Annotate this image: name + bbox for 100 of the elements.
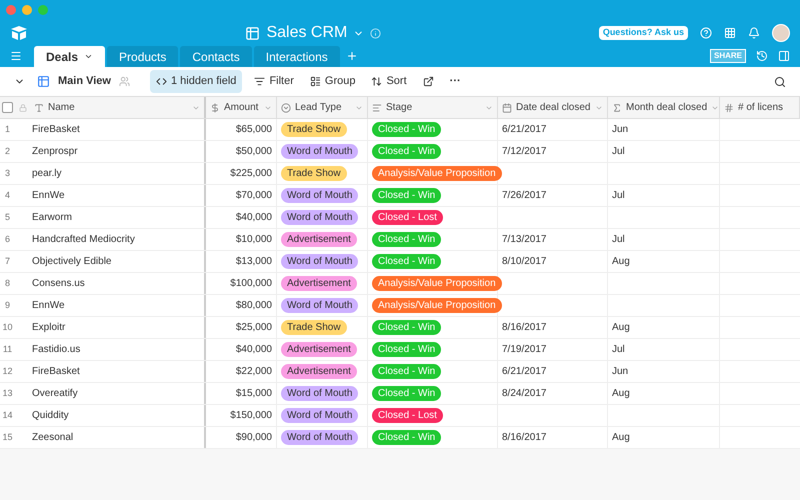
- search-icon[interactable]: [774, 76, 786, 88]
- avatar[interactable]: [772, 24, 790, 42]
- code-icon: [156, 76, 167, 87]
- stage-tag: Closed - Win: [372, 122, 442, 137]
- row-number: 10: [1, 320, 14, 334]
- lead-type-tag: Advertisement: [281, 342, 357, 357]
- table-tab[interactable]: Deals: [34, 46, 106, 67]
- filter-icon: [254, 76, 266, 87]
- table-cell: $22,000: [206, 361, 277, 382]
- table-cell-text: 7/26/2017: [502, 189, 546, 203]
- table-tab[interactable]: Products: [107, 46, 178, 67]
- column-header[interactable]: Lead Type: [277, 97, 368, 118]
- lead-type-tag: Word of Mouth: [281, 188, 358, 203]
- row-number: 1: [4, 122, 11, 136]
- table-cell: $70,000: [206, 185, 277, 206]
- table-cell: $90,000: [206, 427, 277, 448]
- table-cell-text: Aug: [612, 255, 630, 269]
- base-icon: [245, 26, 260, 40]
- row-number: 13: [1, 386, 14, 400]
- table-tab[interactable]: Contacts: [180, 46, 252, 67]
- field-type-icon: [502, 102, 512, 112]
- row-number: 15: [1, 430, 14, 444]
- table-cell-text: 7/19/2017: [502, 343, 546, 357]
- column-header[interactable]: Name: [30, 97, 206, 118]
- field-type-icon: [612, 102, 622, 112]
- column-header[interactable]: Month deal closed: [608, 97, 720, 118]
- view-name[interactable]: Main View: [58, 73, 111, 90]
- table-cell-text: 8/16/2017: [502, 431, 546, 445]
- column-header[interactable]: # of licens: [720, 97, 800, 118]
- table-cell-text: 7/13/2017: [502, 233, 546, 247]
- lock-icon: [18, 104, 26, 112]
- group-icon: [310, 76, 321, 87]
- group-button[interactable]: Group: [306, 73, 360, 90]
- stage-tag: Closed - Lost: [372, 210, 443, 225]
- table-cell: $40,000: [206, 339, 277, 360]
- table-cell-text: 6/21/2017: [502, 365, 546, 379]
- row-number: 14: [1, 408, 14, 422]
- apps-icon[interactable]: [724, 27, 736, 39]
- table-cell-text: Jul: [612, 343, 625, 357]
- stage-tag: Analysis/Value Proposition: [372, 298, 502, 313]
- table-cell: $150,000: [206, 405, 277, 426]
- info-icon[interactable]: [370, 28, 382, 38]
- table-cell: Exploitr: [30, 317, 206, 338]
- hidden-fields-button[interactable]: 1 hidden field: [150, 70, 242, 93]
- table-cell-text: 8/10/2017: [502, 255, 546, 269]
- table-cell-text: Aug: [612, 321, 630, 335]
- table-cell: $80,000: [206, 295, 277, 316]
- table-cell-text: 6/21/2017: [502, 123, 546, 137]
- column-header[interactable]: Date deal closed: [498, 97, 608, 118]
- table-tab[interactable]: Interactions: [254, 46, 340, 67]
- stage-tag: Closed - Win: [372, 188, 442, 203]
- share-view-icon[interactable]: [422, 76, 434, 87]
- grid-view-icon: [37, 75, 50, 88]
- history-icon[interactable]: [756, 50, 768, 62]
- panel-icon[interactable]: [778, 50, 790, 62]
- table-cell: $65,000: [206, 119, 277, 140]
- table-cell-text: Jul: [612, 145, 625, 159]
- table-cell: $25,000: [206, 317, 277, 338]
- table-cell: Handcrafted Mediocrity: [30, 229, 206, 250]
- help-icon[interactable]: [700, 27, 712, 39]
- filter-button[interactable]: Filter: [250, 73, 298, 90]
- table-cell: Zenprospr: [30, 141, 206, 162]
- row-number: 8: [4, 276, 11, 290]
- table-cell-text: 7/12/2017: [502, 145, 546, 159]
- table-cell-text: Jul: [612, 233, 625, 247]
- field-type-icon: [281, 102, 291, 112]
- field-type-icon: [724, 102, 734, 112]
- field-type-icon: [210, 102, 220, 112]
- select-all-checkbox[interactable]: [2, 102, 13, 113]
- table-cell: Earworm: [30, 207, 206, 228]
- table-cell: FireBasket: [30, 361, 206, 382]
- more-button[interactable]: ···: [446, 73, 465, 90]
- table-cell-text: Jun: [612, 365, 628, 379]
- table-cell-text: 8/24/2017: [502, 387, 546, 401]
- field-type-icon: [372, 102, 382, 112]
- table-cell-text: Aug: [612, 387, 630, 401]
- lead-type-tag: Word of Mouth: [281, 210, 358, 225]
- row-number: 4: [4, 188, 11, 202]
- bell-icon[interactable]: [748, 27, 760, 39]
- stage-tag: Analysis/Value Proposition: [372, 276, 502, 291]
- people-icon: [118, 76, 130, 87]
- add-table-icon[interactable]: [346, 50, 358, 62]
- menu-icon[interactable]: [10, 50, 22, 62]
- table-cell-text: Jul: [612, 189, 625, 203]
- stage-tag: Closed - Win: [372, 386, 442, 401]
- column-header[interactable]: Amount: [206, 97, 277, 118]
- table-cell-text: Jun: [612, 123, 628, 137]
- table-cell: $40,000: [206, 207, 277, 228]
- table-cell: Consens.us: [30, 273, 206, 294]
- logo-icon[interactable]: [10, 25, 28, 41]
- table-cell: Fastidio.us: [30, 339, 206, 360]
- stage-tag: Closed - Win: [372, 144, 442, 159]
- table-cell: $10,000: [206, 229, 277, 250]
- lead-type-tag: Trade Show: [281, 122, 347, 137]
- column-header[interactable]: Stage: [368, 97, 498, 118]
- table-cell: Quiddity: [30, 405, 206, 426]
- lead-type-tag: Advertisement: [281, 232, 357, 247]
- stage-tag: Closed - Win: [372, 364, 442, 379]
- sort-button[interactable]: Sort: [367, 73, 411, 90]
- lead-type-tag: Trade Show: [281, 320, 347, 335]
